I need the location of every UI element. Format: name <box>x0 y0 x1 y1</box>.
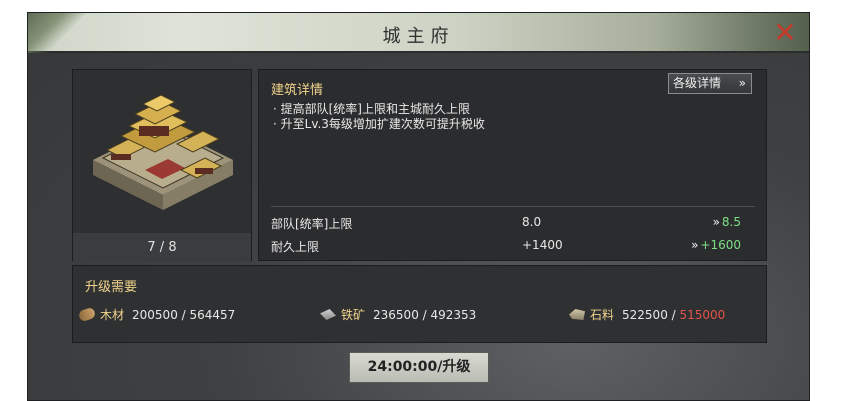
level-details-button[interactable]: 各级详情 » <box>668 73 752 94</box>
stat-current: +1400 <box>522 238 563 252</box>
stat-name: 耐久上限 <box>271 240 320 254</box>
double-chevron-right-icon: » <box>712 215 720 229</box>
building-level-count: 7 / 8 <box>73 233 251 262</box>
dialog-header: 城主府 ✕ <box>28 13 809 53</box>
stat-name: 部队[统率]上限 <box>271 217 353 231</box>
resource-name: 石料 <box>590 308 615 322</box>
stat-next-value: +1600 <box>700 238 741 252</box>
resource-stone: 石料 522500 / 515000 <box>569 306 725 322</box>
resource-name: 铁矿 <box>341 308 366 322</box>
resource-need: 515000 <box>679 308 726 322</box>
close-icon[interactable]: ✕ <box>771 19 799 47</box>
stat-row-durability-cap: 耐久上限 +1400 » +1600 <box>271 238 755 256</box>
resource-wood: 木材 200500 / 564457 <box>77 306 236 323</box>
resource-have: 522500 <box>622 308 668 322</box>
details-title: 建筑详情 <box>271 83 324 98</box>
double-chevron-right-icon: » <box>738 76 746 90</box>
building-image-panel: 7 / 8 <box>72 69 252 262</box>
resource-need: 564457 <box>189 308 236 322</box>
upgrade-requirements-panel: 升级需要 木材 200500 / 564457 铁矿 236500 / 492353… <box>72 265 767 343</box>
building-description: · 提高部队[统率]上限和主城耐久上限 · 升至Lv.3每级增加扩建次数可提升税… <box>273 102 485 132</box>
divider <box>271 206 755 207</box>
wood-icon <box>77 306 97 323</box>
stat-current: 8.0 <box>522 215 542 229</box>
stat-row-command-cap: 部队[统率]上限 8.0 » 8.5 <box>271 215 755 233</box>
description-line: · 提高部队[统率]上限和主城耐久上限 <box>273 102 470 116</box>
double-chevron-right-icon: » <box>691 238 699 252</box>
description-line: · 升至Lv.3每级增加扩建次数可提升税收 <box>273 117 485 131</box>
stat-next: » 8.5 <box>713 215 741 229</box>
resource-need: 492353 <box>430 308 477 322</box>
resource-name: 木材 <box>100 308 125 322</box>
upgrade-button[interactable]: 24:00:00/升级 <box>349 352 489 383</box>
resource-have: 236500 <box>373 308 419 322</box>
city-lord-mansion-dialog: 城主府 ✕ 7 / 8 建筑详情 各级详情 » · 提高部队[统率]上限和主城耐… <box>27 12 810 401</box>
stone-icon <box>569 309 585 320</box>
resource-have: 200500 <box>132 308 178 322</box>
iron-ore-icon <box>320 309 336 320</box>
stat-next: » +1600 <box>691 238 741 252</box>
building-details-panel: 建筑详情 各级详情 » · 提高部队[统率]上限和主城耐久上限 · 升至Lv.3… <box>258 69 767 261</box>
level-details-label: 各级详情 <box>673 76 722 90</box>
dialog-title: 城主府 <box>382 26 455 47</box>
resource-iron-ore: 铁矿 236500 / 492353 <box>320 306 476 322</box>
requirements-title: 升级需要 <box>85 280 138 295</box>
stat-next-value: 8.5 <box>721 215 741 229</box>
building-image <box>73 70 251 233</box>
